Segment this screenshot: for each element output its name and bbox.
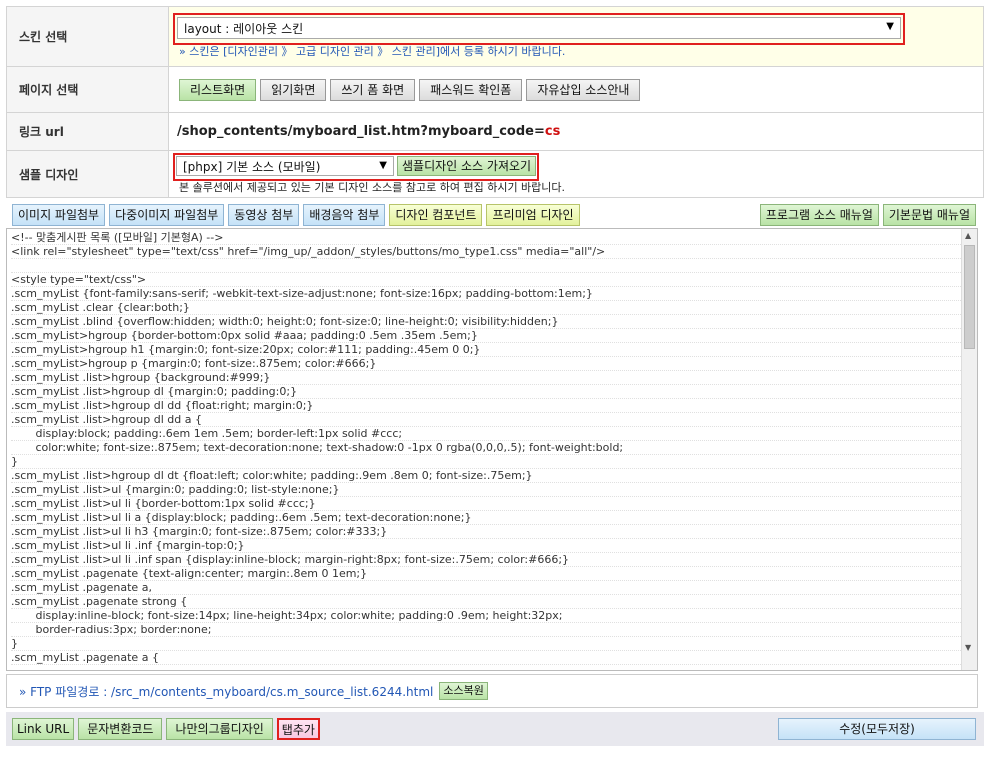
skin-label: 스킨 선택: [7, 7, 169, 66]
code-line: .scm_myList .pagenate strong {: [11, 595, 973, 609]
page-row: 페이지 선택 리스트화면 읽기화면 쓰기 폼 화면 패스워드 확인폼 자유삽입 …: [7, 67, 983, 113]
program-manual-button[interactable]: 프로그램 소스 매뉴얼: [759, 204, 879, 226]
code-line: }: [11, 637, 973, 651]
toolbar-right: 프로그램 소스 매뉴얼 기본문법 매뉴얼: [759, 204, 976, 226]
read-screen-button[interactable]: 읽기화면: [260, 78, 327, 101]
sample-select[interactable]: [phpx] 기본 소스 (모바일) ▼: [176, 156, 394, 176]
code-line: display:block; padding:.6em 1em .5em; bo…: [11, 427, 973, 441]
link-url-button[interactable]: Link URL: [12, 718, 75, 740]
code-line: .scm_myList .list>hgroup dl dd a {: [11, 413, 973, 427]
music-attach-button[interactable]: 배경음악 첨부: [303, 204, 386, 226]
link-url: /shop_contents/myboard_list.htm?myboard_…: [177, 124, 545, 139]
restore-source-button[interactable]: 소스복원: [439, 682, 488, 700]
chevron-down-icon: ▼: [886, 21, 894, 32]
ftp-bar: » FTP 파일경로 : /src_m/contents_myboard/cs.…: [6, 674, 978, 708]
skin-value: layout : 레이아웃 스킨 ▼ » 스킨은 [디자인관리 》 고급 디자인…: [169, 7, 983, 66]
code-line: <link rel="stylesheet" type="text/css" h…: [11, 245, 973, 259]
design-component-button[interactable]: 디자인 컴포넌트: [389, 204, 483, 226]
link-row: 링크 url /shop_contents/myboard_list.htm?m…: [7, 113, 983, 151]
code-line: .scm_myList .list>ul li .inf {margin-top…: [11, 539, 973, 553]
code-line: .scm_myList .pagenate a,: [11, 581, 973, 595]
free-insert-button[interactable]: 자유삽입 소스안내: [526, 78, 641, 101]
code-line: }: [11, 455, 973, 469]
code-line: .scm_myList .list>ul li .inf span {displ…: [11, 553, 973, 567]
fetch-sample-button[interactable]: 샘플디자인 소스 가져오기: [397, 156, 537, 176]
code-line: .scm_myList .pagenate a {: [11, 651, 973, 665]
code-line: .scm_myList .list>hgroup dl {margin:0; p…: [11, 385, 973, 399]
add-tab-button[interactable]: 탭추가: [276, 718, 320, 740]
password-form-button[interactable]: 패스워드 확인폼: [419, 78, 523, 101]
settings-table: 스킨 선택 layout : 레이아웃 스킨 ▼ » 스킨은 [디자인관리 》 …: [6, 6, 984, 198]
code-editor[interactable]: <!-- 맞춤게시판 목록 ([모바일] 기본형A) --> <link rel=…: [6, 228, 978, 671]
sample-note: 본 솔루션에서 제공되고 있는 기본 디자인 소스를 참고로 하여 편집 하시기…: [179, 181, 566, 194]
syntax-manual-button[interactable]: 기본문법 매뉴얼: [882, 204, 976, 226]
code-line: .scm_myList {font-family:sans-serif; -we…: [11, 287, 973, 301]
char-convert-button[interactable]: 문자변환코드: [78, 718, 163, 740]
scrollbar-thumb[interactable]: [964, 245, 975, 349]
code-line: .scm_myList .list>ul li h3 {margin:0; fo…: [11, 525, 973, 539]
code-text[interactable]: <!-- 맞춤게시판 목록 ([모바일] 기본형A) --> <link rel=…: [7, 229, 977, 667]
page-buttons: 리스트화면 읽기화면 쓰기 폼 화면 패스워드 확인폼 자유삽입 소스안내: [169, 67, 983, 112]
vertical-scrollbar[interactable]: ▲ ▼: [961, 229, 977, 670]
sample-row: 샘플 디자인 [phpx] 기본 소스 (모바일) ▼ 샘플디자인 소스 가져오…: [7, 151, 983, 197]
sample-value: [phpx] 기본 소스 (모바일) ▼ 샘플디자인 소스 가져오기 본 솔루션…: [169, 151, 983, 197]
save-all-button[interactable]: 수정(모두저장): [778, 718, 976, 740]
code-line: .scm_myList .list>hgroup dl dt {float:le…: [11, 469, 973, 483]
skin-row: 스킨 선택 layout : 레이아웃 스킨 ▼ » 스킨은 [디자인관리 》 …: [7, 7, 983, 67]
ftp-path: » FTP 파일경로 : /src_m/contents_myboard/cs.…: [19, 684, 434, 699]
image-attach-button[interactable]: 이미지 파일첨부: [12, 204, 106, 226]
skin-select-value: layout : 레이아웃 스킨: [184, 21, 304, 36]
write-form-button[interactable]: 쓰기 폼 화면: [330, 78, 416, 101]
code-line: border-radius:3px; border:none;: [11, 623, 973, 637]
code-line: .scm_myList .blind {overflow:hidden; wid…: [11, 315, 973, 329]
code-line: .scm_myList .list>ul li a {display:block…: [11, 511, 973, 525]
link-code: cs: [544, 124, 561, 139]
code-line: [11, 259, 973, 273]
code-line: .scm_myList>hgroup {border-bottom:0px so…: [11, 329, 973, 343]
code-line: .scm_myList .list>ul li {border-bottom:1…: [11, 497, 973, 511]
premium-design-button[interactable]: 프리미엄 디자인: [486, 204, 580, 226]
code-line: <!-- 맞춤게시판 목록 ([모바일] 기본형A) -->: [11, 231, 973, 245]
code-line: <style type="text/css">: [11, 273, 973, 287]
video-attach-button[interactable]: 동영상 첨부: [228, 204, 300, 226]
code-line: .scm_myList>hgroup p {margin:0; font-siz…: [11, 357, 973, 371]
code-line: color:white; font-size:.875em; text-deco…: [11, 441, 973, 455]
bottom-bar: Link URL 문자변환코드 나만의그룹디자인 탭추가 수정(모두저장): [6, 712, 984, 746]
skin-note: » 스킨은 [디자인관리 》 고급 디자인 관리 》 스킨 관리]에서 등록 하…: [179, 45, 566, 58]
sample-select-value: [phpx] 기본 소스 (모바일): [183, 159, 321, 174]
page-label: 페이지 선택: [7, 67, 169, 112]
code-line: display:inline-block; font-size:14px; li…: [11, 609, 973, 623]
code-line: .scm_myList .list>hgroup dl dd {float:ri…: [11, 399, 973, 413]
code-line: .scm_myList .clear {clear:both;}: [11, 301, 973, 315]
toolbar-left: 이미지 파일첨부 다중이미지 파일첨부 동영상 첨부 배경음악 첨부 디자인 컴…: [12, 204, 584, 226]
scroll-up-icon[interactable]: ▲: [965, 231, 971, 240]
sample-label: 샘플 디자인: [7, 151, 169, 197]
multi-image-attach-button[interactable]: 다중이미지 파일첨부: [109, 204, 225, 226]
link-label: 링크 url: [7, 113, 169, 150]
code-line: .scm_myList .list>hgroup {background:#99…: [11, 371, 973, 385]
code-line: .scm_myList .pagenate {text-align:center…: [11, 567, 973, 581]
code-line: .scm_myList>hgroup h1 {margin:0; font-si…: [11, 343, 973, 357]
skin-select[interactable]: layout : 레이아웃 스킨 ▼: [177, 17, 901, 39]
link-value: /shop_contents/myboard_list.htm?myboard_…: [169, 113, 983, 150]
chevron-down-icon: ▼: [379, 160, 387, 171]
group-design-button[interactable]: 나만의그룹디자인: [166, 718, 273, 740]
list-screen-button[interactable]: 리스트화면: [179, 78, 257, 101]
scroll-down-icon[interactable]: ▼: [965, 643, 971, 652]
code-line: .scm_myList .list>ul {margin:0; padding:…: [11, 483, 973, 497]
